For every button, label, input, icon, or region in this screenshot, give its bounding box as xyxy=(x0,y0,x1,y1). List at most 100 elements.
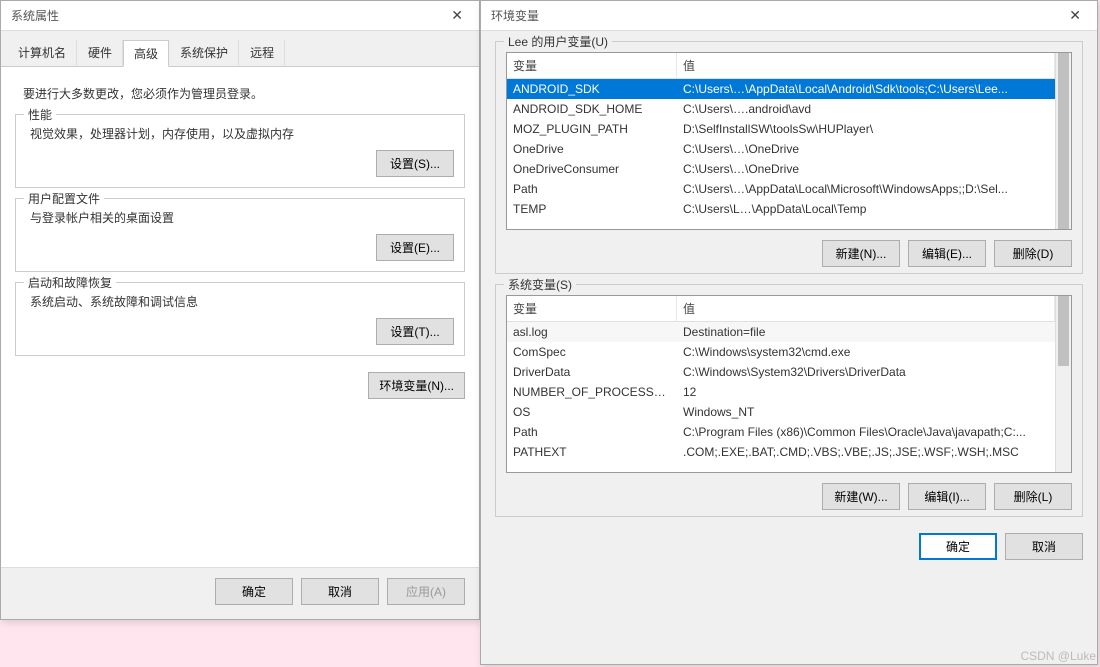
var-value: C:\Users\…\AppData\Local\Microsoft\Windo… xyxy=(677,179,1055,199)
var-value: C:\Program Files (x86)\Common Files\Orac… xyxy=(677,422,1055,442)
table-row[interactable]: ComSpecC:\Windows\system32\cmd.exe xyxy=(507,342,1055,362)
table-row[interactable]: NUMBER_OF_PROCESSORS12 xyxy=(507,382,1055,402)
list-header: 变量 值 xyxy=(507,296,1055,322)
table-row[interactable]: PathC:\Program Files (x86)\Common Files\… xyxy=(507,422,1055,442)
user-profiles-settings-button[interactable]: 设置(E)... xyxy=(376,234,454,261)
startup-desc: 系统启动、系统故障和调试信息 xyxy=(30,293,454,310)
environment-variables-button[interactable]: 环境变量(N)... xyxy=(368,372,465,399)
tabs: 计算机名 硬件 高级 系统保护 远程 xyxy=(1,31,479,67)
col-header-variable[interactable]: 变量 xyxy=(507,296,677,321)
performance-settings-button[interactable]: 设置(S)... xyxy=(376,150,454,177)
tab-hardware[interactable]: 硬件 xyxy=(77,39,123,66)
var-name: Path xyxy=(507,422,677,442)
var-name: PATHEXT xyxy=(507,442,677,462)
group-legend: 用户配置文件 xyxy=(24,190,104,207)
ok-button[interactable]: 确定 xyxy=(919,533,997,560)
scroll-thumb[interactable] xyxy=(1058,53,1069,229)
var-name: ANDROID_SDK xyxy=(507,79,677,99)
var-value: D:\SelfInstallSW\toolsSw\HUPlayer\ xyxy=(677,119,1055,139)
table-row[interactable]: TEMPC:\Users\L…\AppData\Local\Temp xyxy=(507,199,1055,219)
var-value: C:\Users\…\AppData\Local\Android\Sdk\too… xyxy=(677,79,1055,99)
var-name: NUMBER_OF_PROCESSORS xyxy=(507,382,677,402)
var-value: C:\Users\….android\avd xyxy=(677,99,1055,119)
startup-settings-button[interactable]: 设置(T)... xyxy=(376,318,454,345)
var-value: Windows_NT xyxy=(677,402,1055,422)
var-value: 12 xyxy=(677,382,1055,402)
startup-recovery-group: 启动和故障恢复 系统启动、系统故障和调试信息 设置(T)... xyxy=(15,282,465,356)
user-delete-button[interactable]: 删除(D) xyxy=(994,240,1072,267)
table-row[interactable]: OneDriveConsumerC:\Users\…\OneDrive xyxy=(507,159,1055,179)
list-header: 变量 值 xyxy=(507,53,1055,79)
env-content: Lee 的用户变量(U) 变量 值 ANDROID_SDKC:\Users\…\… xyxy=(481,31,1097,664)
system-properties-window: 系统属性 ✕ 计算机名 硬件 高级 系统保护 远程 要进行大多数更改，您必须作为… xyxy=(0,0,480,620)
group-legend: 启动和故障恢复 xyxy=(24,274,116,291)
system-delete-button[interactable]: 删除(L) xyxy=(994,483,1072,510)
titlebar: 系统属性 ✕ xyxy=(1,1,479,31)
user-new-button[interactable]: 新建(N)... xyxy=(822,240,900,267)
tab-advanced[interactable]: 高级 xyxy=(123,40,169,67)
system-edit-button[interactable]: 编辑(I)... xyxy=(908,483,986,510)
close-icon[interactable]: ✕ xyxy=(441,5,473,26)
var-name: ComSpec xyxy=(507,342,677,362)
window-title: 系统属性 xyxy=(11,7,59,24)
table-row[interactable]: OneDriveC:\Users\…\OneDrive xyxy=(507,139,1055,159)
var-name: OneDriveConsumer xyxy=(507,159,677,179)
system-variables-list[interactable]: 变量 值 asl.logDestination=fileComSpecC:\Wi… xyxy=(506,295,1072,473)
table-row[interactable]: ANDROID_SDK_HOMEC:\Users\….android\avd xyxy=(507,99,1055,119)
apply-button[interactable]: 应用(A) xyxy=(387,578,465,605)
var-value: C:\Windows\System32\Drivers\DriverData xyxy=(677,362,1055,382)
environment-variables-window: 环境变量 ✕ Lee 的用户变量(U) 变量 值 ANDROID_SDKC:\U… xyxy=(480,0,1098,665)
user-profiles-group: 用户配置文件 与登录帐户相关的桌面设置 设置(E)... xyxy=(15,198,465,272)
scroll-thumb[interactable] xyxy=(1058,296,1069,366)
var-value: C:\Users\…\OneDrive xyxy=(677,159,1055,179)
var-value: C:\Users\L…\AppData\Local\Temp xyxy=(677,199,1055,219)
table-row[interactable]: PathC:\Users\…\AppData\Local\Microsoft\W… xyxy=(507,179,1055,199)
tab-remote[interactable]: 远程 xyxy=(239,39,285,66)
var-value: C:\Windows\system32\cmd.exe xyxy=(677,342,1055,362)
var-name: MOZ_PLUGIN_PATH xyxy=(507,119,677,139)
performance-desc: 视觉效果，处理器计划，内存使用，以及虚拟内存 xyxy=(30,125,454,142)
var-name: OneDrive xyxy=(507,139,677,159)
close-icon[interactable]: ✕ xyxy=(1059,5,1091,26)
table-row[interactable]: OSWindows_NT xyxy=(507,402,1055,422)
system-variables-group: 系统变量(S) 变量 值 asl.logDestination=fileComS… xyxy=(495,284,1083,517)
ok-button[interactable]: 确定 xyxy=(215,578,293,605)
performance-group: 性能 视觉效果，处理器计划，内存使用，以及虚拟内存 设置(S)... xyxy=(15,114,465,188)
cancel-button[interactable]: 取消 xyxy=(301,578,379,605)
cancel-button[interactable]: 取消 xyxy=(1005,533,1083,560)
user-edit-button[interactable]: 编辑(E)... xyxy=(908,240,986,267)
var-name: Path xyxy=(507,179,677,199)
tab-protection[interactable]: 系统保护 xyxy=(169,39,239,66)
admin-intro: 要进行大多数更改，您必须作为管理员登录。 xyxy=(15,81,465,104)
var-name: ANDROID_SDK_HOME xyxy=(507,99,677,119)
scrollbar[interactable] xyxy=(1055,53,1071,229)
table-row[interactable]: asl.logDestination=file xyxy=(507,322,1055,342)
col-header-value[interactable]: 值 xyxy=(677,296,1055,321)
var-name: DriverData xyxy=(507,362,677,382)
var-name: TEMP xyxy=(507,199,677,219)
system-new-button[interactable]: 新建(W)... xyxy=(822,483,900,510)
table-row[interactable]: MOZ_PLUGIN_PATHD:\SelfInstallSW\toolsSw\… xyxy=(507,119,1055,139)
var-value: Destination=file xyxy=(677,322,1055,342)
col-header-variable[interactable]: 变量 xyxy=(507,53,677,78)
window-title: 环境变量 xyxy=(491,7,539,24)
bottom-bar: 确定 取消 应用(A) xyxy=(1,567,479,619)
group-legend: 性能 xyxy=(24,106,56,123)
scrollbar[interactable] xyxy=(1055,296,1071,472)
group-legend: Lee 的用户变量(U) xyxy=(504,33,612,50)
group-legend: 系统变量(S) xyxy=(504,276,576,293)
user-profiles-desc: 与登录帐户相关的桌面设置 xyxy=(30,209,454,226)
user-variables-group: Lee 的用户变量(U) 变量 值 ANDROID_SDKC:\Users\…\… xyxy=(495,41,1083,274)
var-value: .COM;.EXE;.BAT;.CMD;.VBS;.VBE;.JS;.JSE;.… xyxy=(677,442,1055,462)
titlebar: 环境变量 ✕ xyxy=(481,1,1097,31)
table-row[interactable]: ANDROID_SDKC:\Users\…\AppData\Local\Andr… xyxy=(507,79,1055,99)
tab-computer-name[interactable]: 计算机名 xyxy=(7,39,77,66)
var-name: OS xyxy=(507,402,677,422)
var-value: C:\Users\…\OneDrive xyxy=(677,139,1055,159)
table-row[interactable]: PATHEXT.COM;.EXE;.BAT;.CMD;.VBS;.VBE;.JS… xyxy=(507,442,1055,462)
user-variables-list[interactable]: 变量 值 ANDROID_SDKC:\Users\…\AppData\Local… xyxy=(506,52,1072,230)
tab-content: 要进行大多数更改，您必须作为管理员登录。 性能 视觉效果，处理器计划，内存使用，… xyxy=(1,67,479,567)
table-row[interactable]: DriverDataC:\Windows\System32\Drivers\Dr… xyxy=(507,362,1055,382)
col-header-value[interactable]: 值 xyxy=(677,53,1055,78)
var-name: asl.log xyxy=(507,322,677,342)
